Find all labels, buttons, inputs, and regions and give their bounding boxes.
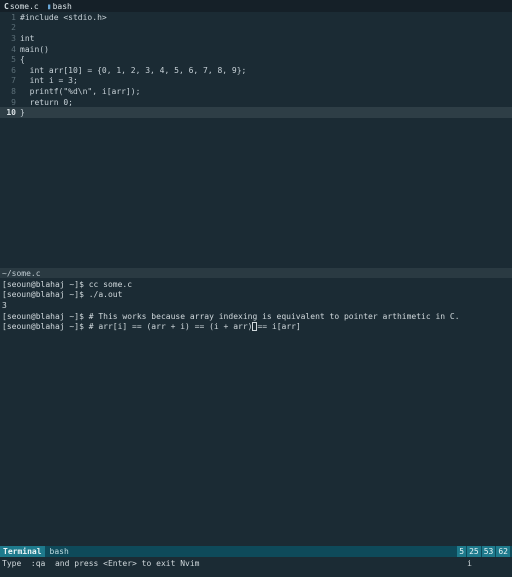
mode-indicator: Terminal [0, 546, 45, 557]
terminal-line: [seoun@blahaj ~]$ cc some.c [2, 279, 132, 290]
editor-pane[interactable]: 1 #include <stdio.h> 2 3 int 4 main() 5 … [0, 12, 512, 268]
code-line[interactable]: 2 [0, 23, 512, 34]
code-text: main() [20, 44, 49, 54]
code-line[interactable]: 3 int [0, 33, 512, 44]
code-line[interactable]: 9 return 0; [0, 97, 512, 108]
terminal-text: [seoun@blahaj ~]$ ./a.out [2, 290, 123, 300]
code-text: #include <stdio.h> [20, 12, 107, 22]
terminal-text: 3 [2, 300, 7, 310]
terminal-icon: ▮ [46, 1, 52, 11]
statusline-file: bash [49, 547, 69, 556]
position-segment: 25 [467, 546, 481, 557]
code-line[interactable]: 6 int arr[10] = {0, 1, 2, 3, 4, 5, 6, 7,… [0, 65, 512, 76]
terminal-text: [seoun@blahaj ~]$ cc some.c [2, 279, 133, 289]
editor-file-path: ~/some.c [2, 268, 41, 278]
line-number: 8 [11, 86, 16, 96]
command-message: Type :qa and press <Enter> to exit Nvim [2, 558, 200, 568]
code-line[interactable]: 4 main() [0, 44, 512, 55]
line-number: 4 [11, 44, 16, 54]
terminal-line: [seoun@blahaj ~]$ ./a.out [2, 290, 122, 301]
position-segment: 62 [496, 546, 510, 557]
line-number: 9 [11, 97, 16, 107]
command-line[interactable]: Type :qa and press <Enter> to exit Nvim … [0, 557, 512, 569]
c-file-icon: C [4, 1, 9, 11]
terminal-text-after-cursor: == i[arr] [257, 322, 301, 332]
position-segment: 5 [457, 546, 467, 557]
terminal-line: [seoun@blahaj ~]$ # This works because a… [2, 311, 460, 322]
terminal-pane[interactable]: [seoun@blahaj ~]$ cc some.c [seoun@blaha… [0, 279, 512, 545]
current-line-number: 10 [6, 108, 16, 118]
code-text: int [20, 33, 35, 43]
tabline: C some.c ▮ bash [0, 0, 512, 12]
pending-keys: i [467, 558, 472, 568]
code-line[interactable]: 5 { [0, 54, 512, 65]
code-text: } [20, 108, 25, 118]
code-line[interactable]: 8 printf("%d\n", i[arr]); [0, 86, 512, 97]
code-line[interactable]: 1 #include <stdio.h> [0, 12, 512, 23]
code-text: return 0; [20, 97, 73, 107]
terminal-text: [seoun@blahaj ~]$ # arr[i] == (arr + i) … [2, 322, 253, 332]
position-indicator: 5 25 53 62 [456, 546, 510, 557]
line-number: 2 [11, 23, 16, 33]
tab-label: bash [52, 1, 72, 11]
terminal-text: [seoun@blahaj ~]$ # This works because a… [2, 311, 460, 321]
terminal-line: 3 [2, 300, 7, 311]
code-text: int i = 3; [20, 76, 78, 86]
tab-bash[interactable]: ▮ bash [43, 0, 76, 12]
line-number: 3 [11, 33, 16, 43]
code-text: printf("%d\n", i[arr]); [20, 86, 141, 96]
line-number: 1 [11, 12, 16, 22]
terminal-prompt-line[interactable]: [seoun@blahaj ~]$ # arr[i] == (arr + i) … [2, 321, 301, 332]
code-line[interactable]: 7 int i = 3; [0, 76, 512, 87]
current-code-line[interactable]: 10 } [0, 107, 512, 118]
line-number: 5 [11, 55, 16, 65]
line-number: 7 [11, 76, 16, 86]
statusline: Terminal bash 5 25 53 62 [0, 546, 512, 557]
code-text: { [20, 55, 25, 65]
tab-some-c[interactable]: C some.c [0, 0, 43, 12]
tab-label: some.c [9, 1, 39, 11]
position-segment: 53 [481, 546, 496, 557]
code-text: int arr[10] = {0, 1, 2, 3, 4, 5, 6, 7, 8… [20, 65, 247, 75]
editor-status-bar: ~/some.c [0, 268, 512, 278]
line-number: 6 [11, 65, 16, 75]
